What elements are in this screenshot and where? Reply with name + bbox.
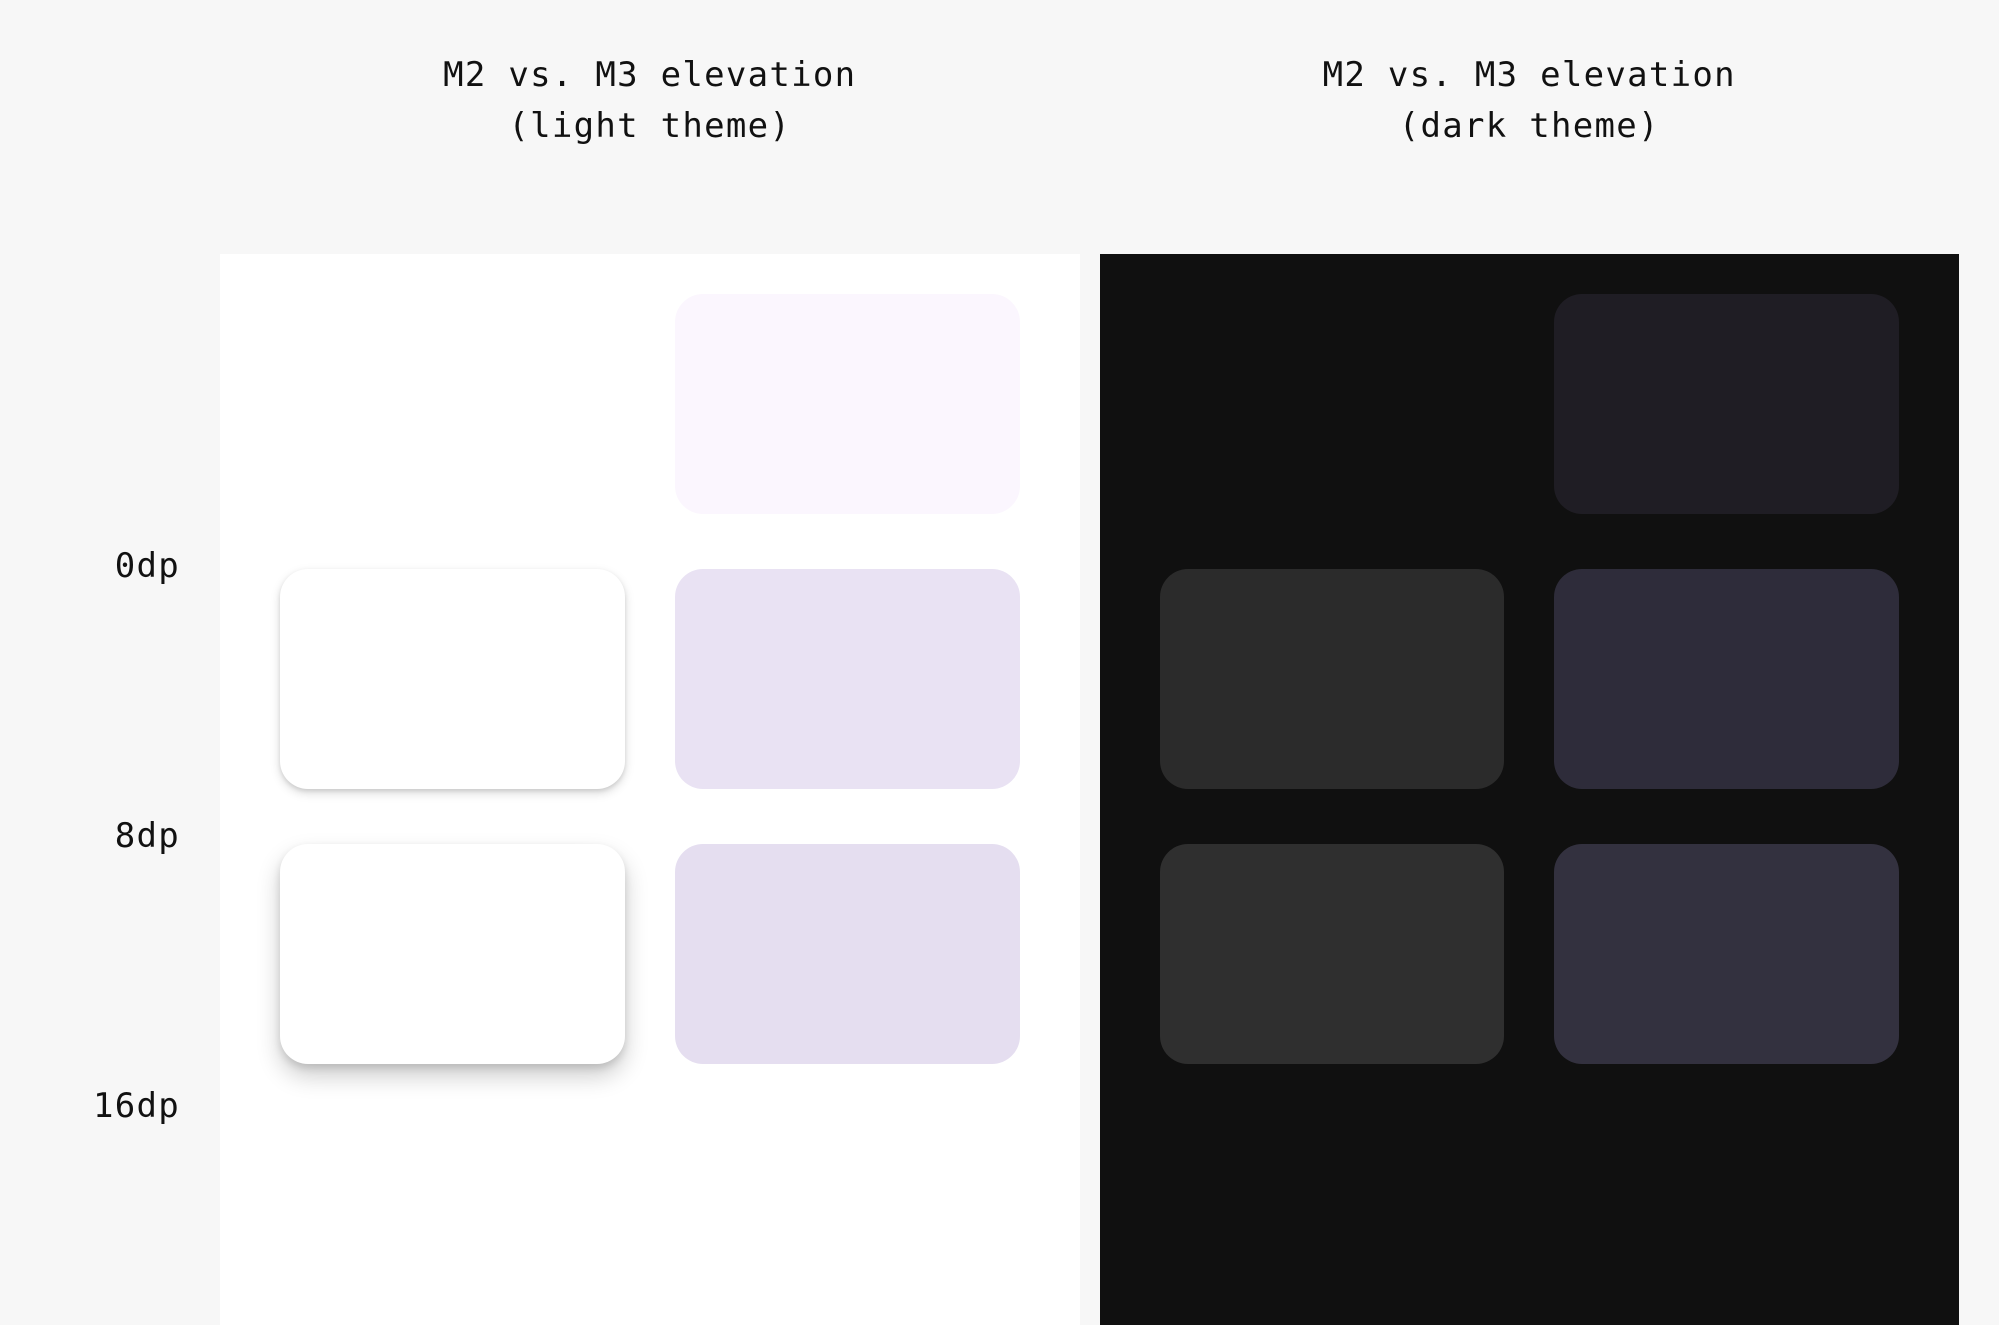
light-m3-card-0dp: [675, 294, 1020, 514]
dark-m3-card-8dp: [1554, 569, 1899, 789]
dark-m2-card-16dp: [1160, 844, 1505, 1064]
row-label-0dp: 0dp: [40, 444, 200, 689]
dark-theme-header: M2 vs. M3 elevation (dark theme): [1100, 40, 1960, 254]
light-m2-card-16dp: [280, 844, 625, 1064]
elevation-comparison-diagram: M2 vs. M3 elevation (light theme) M2 vs.…: [40, 40, 1959, 1325]
dark-header-line1: M2 vs. M3 elevation: [1100, 50, 1960, 101]
dark-row-16dp: [1160, 844, 1900, 1064]
dark-m3-card-0dp: [1554, 294, 1899, 514]
light-m3-card-8dp: [675, 569, 1020, 789]
light-row-8dp: [280, 569, 1020, 789]
light-m3-card-16dp: [675, 844, 1020, 1064]
light-header-line1: M2 vs. M3 elevation: [220, 50, 1080, 101]
dark-m3-card-16dp: [1554, 844, 1899, 1064]
row-label-16dp: 16dp: [40, 984, 200, 1229]
light-theme-panel: [220, 254, 1080, 1325]
dark-theme-panel: [1100, 254, 1960, 1325]
light-row-16dp: [280, 844, 1020, 1064]
light-row-0dp: [280, 294, 1020, 514]
light-header-line2: (light theme): [220, 101, 1080, 152]
light-m2-card-8dp: [280, 569, 625, 789]
dark-m2-card-8dp: [1160, 569, 1505, 789]
dark-row-8dp: [1160, 569, 1900, 789]
dark-row-0dp: [1160, 294, 1900, 514]
row-labels-column: 0dp 8dp 16dp: [40, 254, 200, 1325]
row-label-8dp: 8dp: [40, 714, 200, 959]
dark-header-line2: (dark theme): [1100, 101, 1960, 152]
light-theme-header: M2 vs. M3 elevation (light theme): [220, 40, 1080, 254]
